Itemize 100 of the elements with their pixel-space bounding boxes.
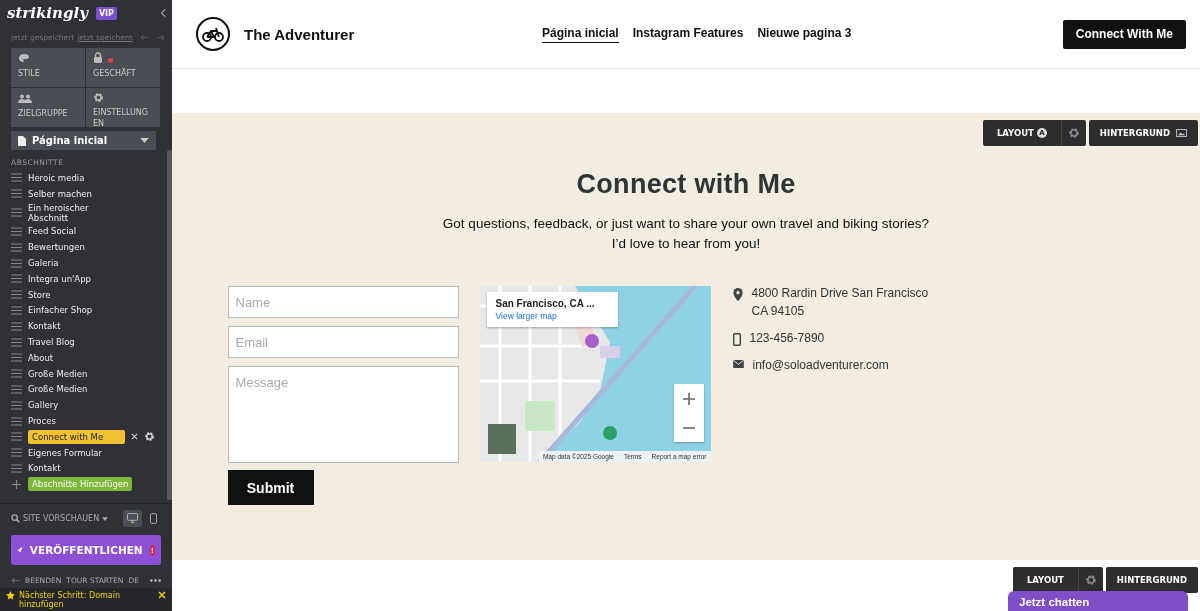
subtitle-text: I’d love to hear from you! [611,234,761,253]
section-item[interactable]: Große Medien [28,367,88,380]
drag-handle-icon[interactable] [11,305,22,315]
caret-icon [102,516,109,521]
section-item[interactable]: Ein heroischer Abschnitt [28,201,118,224]
section-title: Connect with Me [576,169,796,200]
section-item[interactable]: Integra un'App [28,272,91,285]
bicycle-logo-icon [196,17,230,51]
drag-handle-icon[interactable] [11,369,22,379]
section-item[interactable]: Connect with Me [28,429,125,444]
background-button[interactable]: HINTERGRUND [1088,120,1198,146]
chat-button[interactable]: Jetzt chatten [1008,591,1188,611]
section-item[interactable]: Feed Social [28,225,77,238]
image-icon [1176,129,1187,137]
settings-icon [1084,574,1097,586]
section-item[interactable]: Einfacher Shop [28,304,93,317]
plus-icon [682,392,695,405]
section-item[interactable]: About [28,351,54,364]
background-button[interactable]: HINTERGRUND [1105,567,1198,593]
publish-button[interactable]: VERÖFFENTLICHEN ! [11,535,161,565]
star-icon [6,591,15,600]
caret-icon [140,138,149,143]
drag-handle-icon[interactable] [11,384,22,394]
drag-handle-icon[interactable] [11,432,22,442]
message-field[interactable]: Message [227,366,459,463]
drag-handle-icon[interactable] [11,463,22,473]
section-item[interactable]: Eigenes Formular [28,446,102,459]
input-field[interactable]: Name [227,286,459,318]
next-step-text: Nächster Schritt: Domain hinzufügen [19,591,122,609]
search-icon [11,514,20,523]
lock-icon [93,52,103,64]
close-icon[interactable] [158,591,166,599]
view-larger-map-link[interactable]: View larger map [495,311,609,321]
contact-text: info@soloadventurer.com [752,357,890,374]
nav-link[interactable]: Instagram Features [632,25,744,43]
drag-handle-icon[interactable] [11,258,22,268]
drag-handle-icon[interactable] [11,448,22,458]
site-title: The Adventurer [244,25,355,43]
page-icon [18,135,26,146]
zoom-out-button[interactable] [673,413,704,442]
section-item[interactable]: Gallery [28,399,59,412]
contact-text: 123-456-7890 [749,330,826,347]
submit-button[interactable]: Submit [227,470,314,505]
gear-icon [93,92,104,103]
vip-badge: VIP [95,6,117,20]
desktop-view-button[interactable] [123,510,142,527]
mobile-phone-icon [732,333,741,346]
section-item[interactable]: Bewertungen [28,241,85,254]
map-place-name: San Francisco, CA ... [495,298,596,309]
drag-handle-icon[interactable] [11,189,22,199]
palette-icon [18,53,30,63]
drag-handle-icon[interactable] [11,337,22,347]
more-icon[interactable] [150,579,161,582]
envelope-icon [732,360,744,368]
section-item[interactable]: Große Medien [28,383,88,396]
drag-handle-icon[interactable] [11,400,22,410]
panel-tab[interactable]: EINSTELLUNGEN [86,88,160,127]
nav-link[interactable]: Nieuwe pagina 3 [757,25,852,43]
section-item[interactable]: Kontakt [28,462,61,475]
section-item[interactable]: Travel Blog [28,336,75,349]
drag-handle-icon[interactable] [11,274,22,284]
settings-icon [1067,127,1080,139]
panel-tab[interactable]: ZIELGRUPPE [11,88,85,127]
drag-handle-icon[interactable] [11,173,22,183]
zoom-in-button[interactable] [673,384,704,413]
section-item[interactable]: Store [28,288,51,301]
collapse-icon[interactable] [160,8,166,18]
plus-icon [11,479,22,489]
drag-handle-icon[interactable] [11,242,22,252]
subtitle-text: Got questions, feedback, or just want to share your own travel and biking stories? [442,215,930,233]
preview-button[interactable]: SITE VORSCHAUEN [11,514,109,523]
back-arrow-icon [11,577,20,584]
drag-handle-icon[interactable] [11,416,22,426]
section-item[interactable]: Selber machen [28,187,92,200]
people-icon [18,93,32,103]
settings-button[interactable] [1060,120,1086,146]
panel-tab[interactable]: GESCHÄFT [86,48,160,87]
drag-handle-icon[interactable] [11,321,22,331]
drag-handle-icon[interactable] [11,227,22,236]
section-item[interactable]: Galeria [28,257,59,270]
location-pin-icon [732,288,743,301]
page-select[interactable]: Página inicial [11,131,156,150]
close-icon[interactable] [131,433,138,441]
section-item[interactable]: Heroic media [28,171,85,184]
drag-handle-icon[interactable] [11,353,22,363]
section-item[interactable]: Proces [28,415,56,428]
layout-button[interactable]: LAYOUT [1012,567,1078,593]
monitor-icon [127,513,138,523]
input-field[interactable]: Email [227,326,459,358]
drag-handle-icon[interactable] [11,208,22,218]
logo: strikingly [7,4,88,22]
phone-icon [150,513,157,524]
section-item[interactable]: Kontakt [28,320,61,333]
connect-button[interactable]: Connect With Me [1062,19,1186,49]
drag-handle-icon[interactable] [11,290,22,300]
scrollbar[interactable] [167,150,172,500]
contact-text: 4800 Rardin Drive San Francisco CA 94105 [751,285,930,320]
panel-tab[interactable]: STILE [11,48,85,87]
nav-link[interactable]: Página inicial [542,25,619,43]
settings-icon[interactable] [144,431,155,443]
